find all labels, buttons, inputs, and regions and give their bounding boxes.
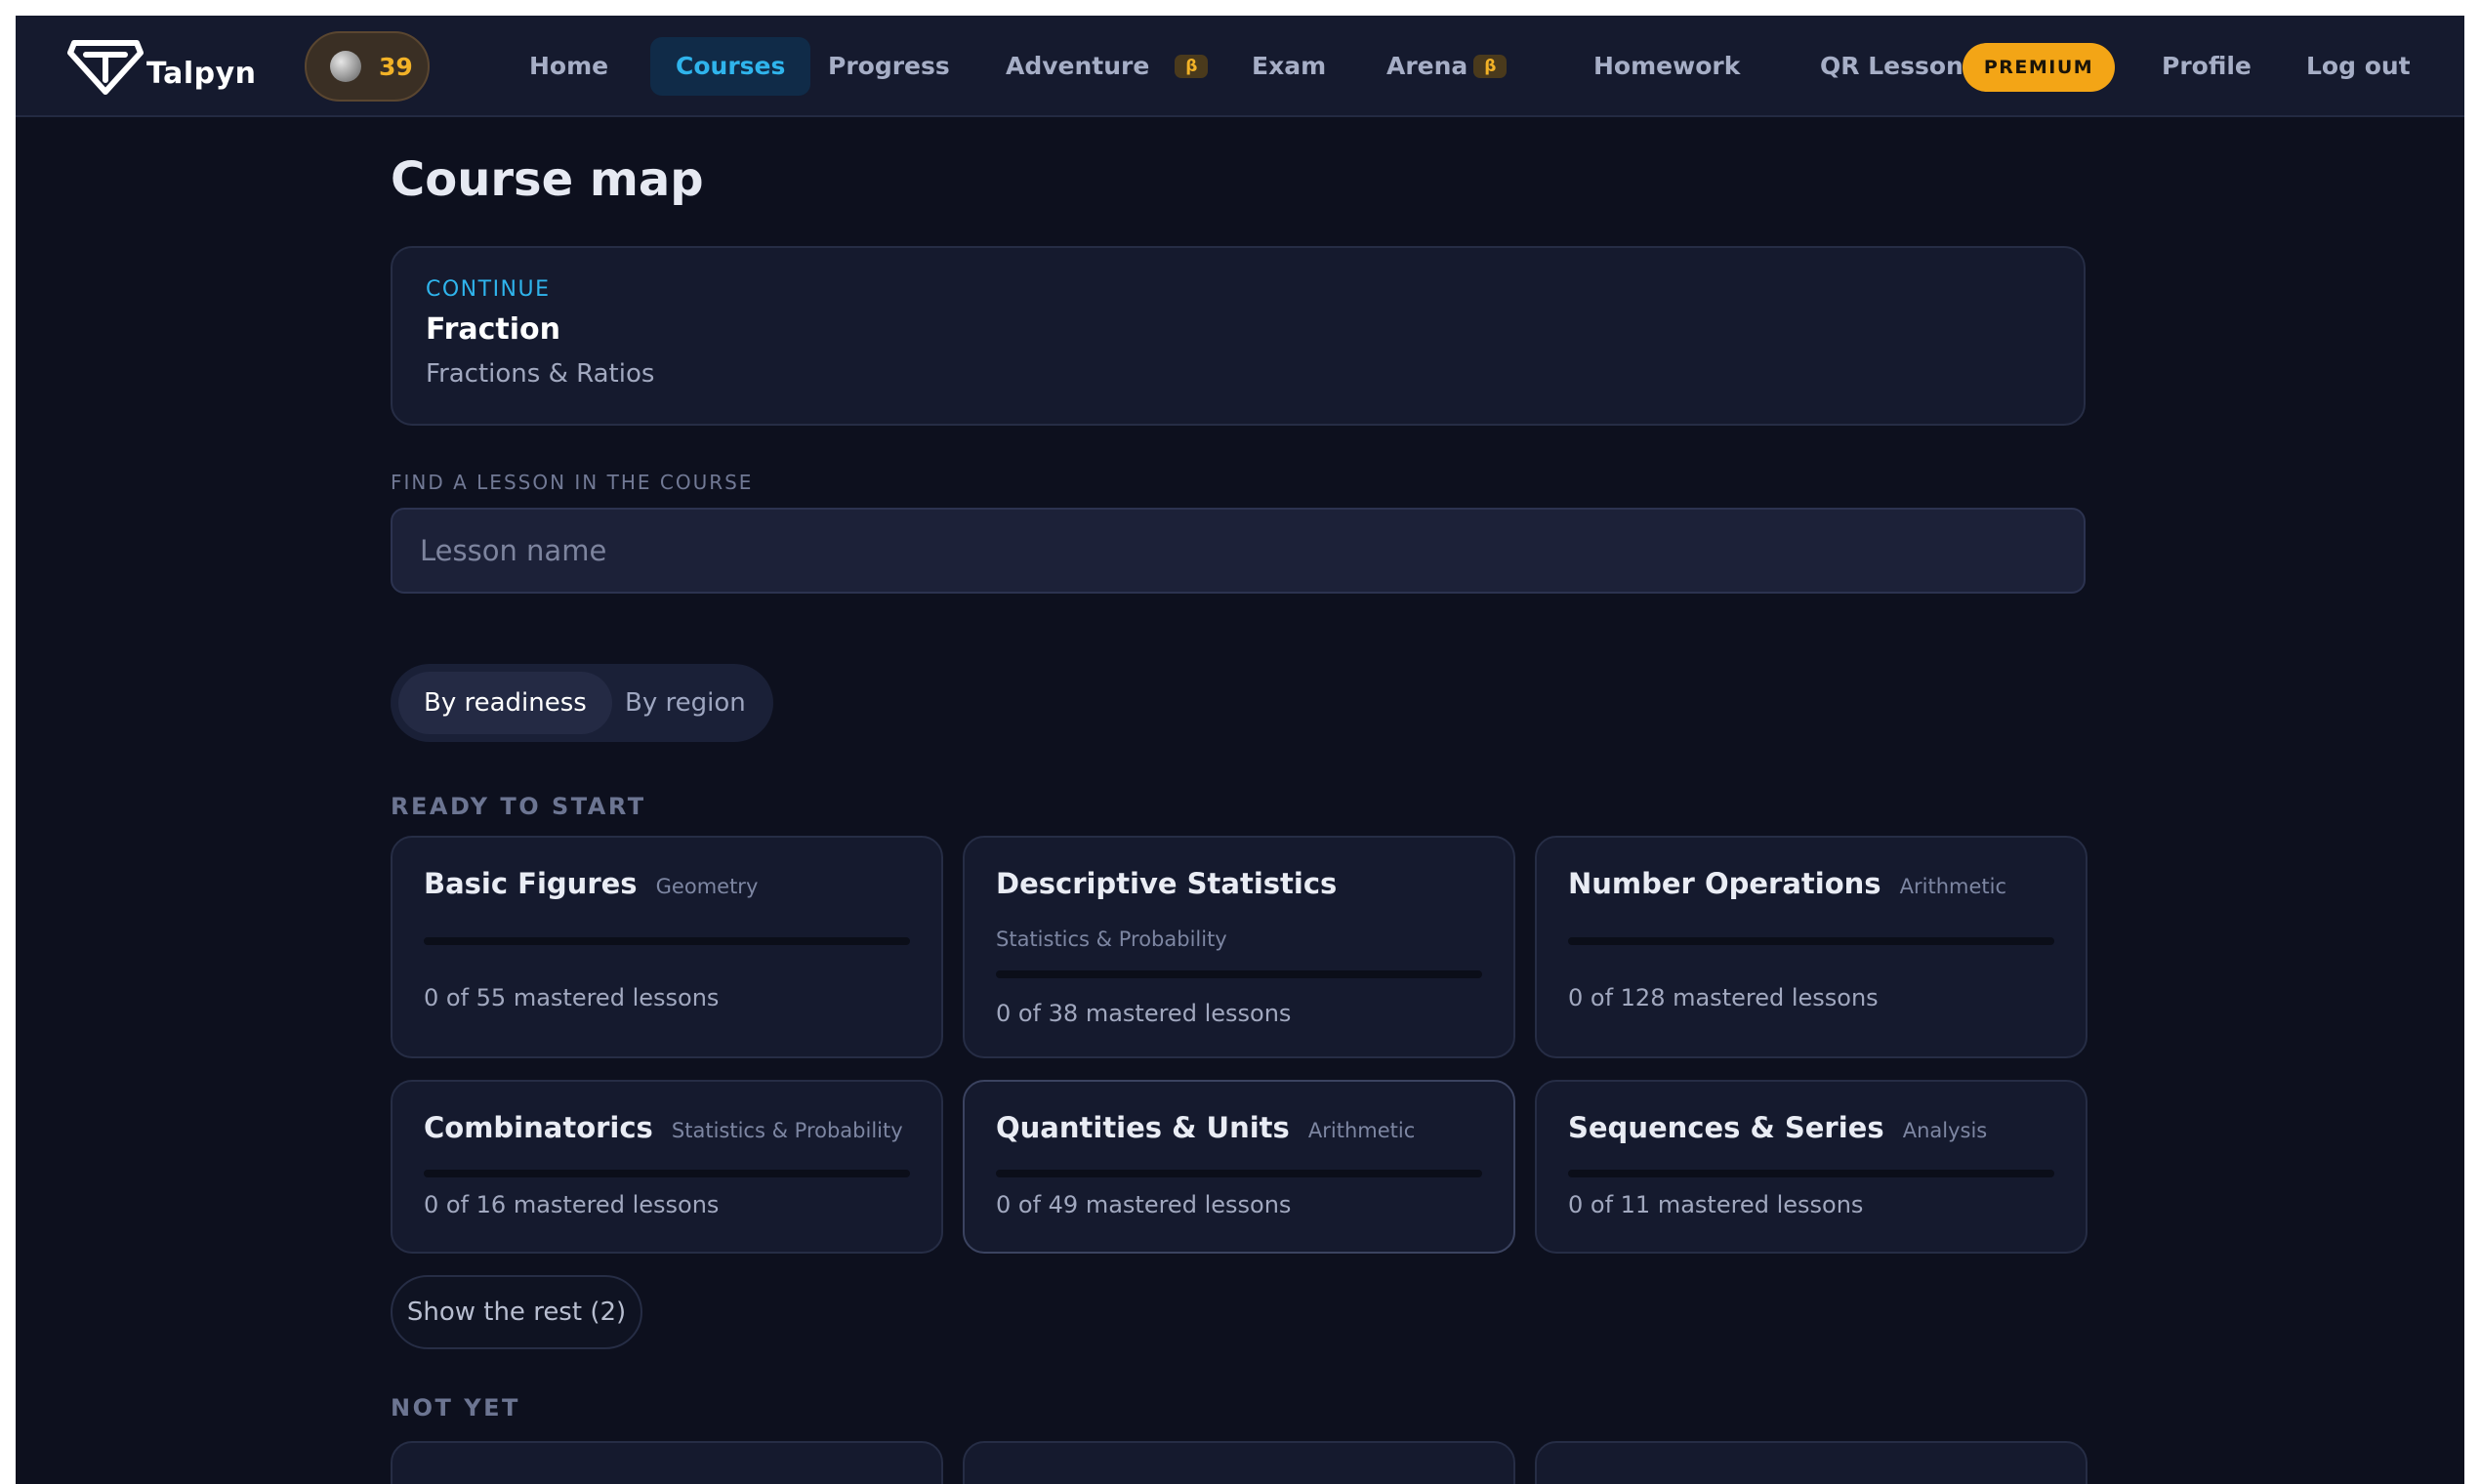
toggle-by-region[interactable]: By region [599, 672, 771, 734]
course-title: Quantities & Units [996, 1111, 1290, 1144]
lesson-search-input[interactable] [391, 508, 2086, 594]
nav-profile-label: Profile [2162, 52, 2252, 80]
page-title: Course map [391, 152, 704, 207]
progress-bar [424, 1170, 910, 1177]
course-title: Combinatorics [424, 1111, 653, 1144]
course-title: Number Operations [1568, 867, 1881, 900]
course-card[interactable]: Combinatorics Statistics & Probability 0… [391, 1080, 943, 1254]
mastered-count: 0 of 38 mastered lessons [996, 1000, 1292, 1027]
progress-bar [424, 937, 910, 945]
continue-card[interactable]: CONTINUE Fraction Fractions & Ratios [391, 246, 2086, 426]
brand-name: Talpyn [146, 56, 257, 91]
nav-exam-label: Exam [1252, 52, 1327, 80]
nav-arena-label: Arena [1386, 52, 1468, 80]
continue-course-name: Fractions & Ratios [426, 359, 655, 389]
progress-bar [1568, 937, 2054, 945]
course-title: Basic Figures [424, 867, 638, 900]
nav-progress[interactable]: Progress [828, 37, 950, 96]
nav-home-label: Home [529, 52, 609, 80]
mastered-count: 0 of 49 mastered lessons [996, 1191, 1292, 1218]
course-card[interactable] [963, 1441, 1515, 1484]
section-ready-label: READY TO START [391, 793, 646, 820]
nav-arena[interactable]: Arena β [1386, 37, 1508, 96]
beta-badge: β [1175, 55, 1209, 78]
course-card[interactable] [391, 1441, 943, 1484]
mastered-count: 0 of 11 mastered lessons [1568, 1191, 1864, 1218]
progress-bar [996, 970, 1482, 978]
toggle-by-readiness[interactable]: By readiness [398, 672, 612, 734]
nav-courses-label: Courses [676, 52, 786, 80]
premium-label: PREMIUM [1983, 57, 2094, 78]
nav-exam[interactable]: Exam [1252, 37, 1326, 96]
mastered-count: 0 of 16 mastered lessons [424, 1191, 720, 1218]
nav-adventure-label: Adventure [1006, 52, 1150, 80]
nav-homework-label: Homework [1593, 52, 1741, 80]
nav-profile[interactable]: Profile [2162, 37, 2252, 96]
nav-adventure[interactable]: Adventure β [1006, 37, 1209, 96]
course-region: Statistics & Probability [996, 928, 1227, 951]
course-title: Descriptive Statistics [996, 867, 1338, 900]
nav-qr-lesson[interactable]: QR Lesson [1820, 37, 1963, 96]
course-card[interactable]: Quantities & Units Arithmetic 0 of 49 ma… [963, 1080, 1515, 1254]
continue-label: CONTINUE [426, 277, 551, 302]
nav-progress-label: Progress [828, 52, 950, 80]
nav-logout-label: Log out [2306, 52, 2411, 80]
moon-coin-icon [330, 51, 361, 82]
course-region: Analysis [1902, 1119, 1988, 1142]
course-title: Sequences & Series [1568, 1111, 1884, 1144]
coin-count: 39 [379, 52, 413, 81]
course-card[interactable] [1535, 1441, 2087, 1484]
diamond-logo-icon [67, 40, 144, 95]
mastered-count: 0 of 55 mastered lessons [424, 984, 720, 1011]
nav-courses[interactable]: Courses [650, 37, 811, 96]
progress-bar [1568, 1170, 2054, 1177]
course-region: Arithmetic [1899, 875, 2007, 898]
beta-badge: β [1473, 55, 1508, 78]
course-region: Statistics & Probability [671, 1119, 903, 1142]
progress-bar [996, 1170, 1482, 1177]
coin-counter[interactable]: 39 [305, 31, 430, 102]
logo[interactable]: Talpyn [66, 37, 257, 96]
course-card[interactable]: Number Operations Arithmetic 0 of 128 ma… [1535, 836, 2087, 1058]
search-label: FIND A LESSON IN THE COURSE [391, 471, 754, 494]
premium-button[interactable]: PREMIUM [1963, 43, 2115, 92]
course-card[interactable]: Basic Figures Geometry 0 of 55 mastered … [391, 836, 943, 1058]
course-card[interactable]: Descriptive Statistics Statistics & Prob… [963, 836, 1515, 1058]
view-toggle: By readiness By region [391, 664, 773, 742]
course-region: Arithmetic [1307, 1119, 1416, 1142]
course-card[interactable]: Sequences & Series Analysis 0 of 11 mast… [1535, 1080, 2087, 1254]
mastered-count: 0 of 128 mastered lessons [1568, 984, 1879, 1011]
app-window: Talpyn 39 Home Courses Progress Adventur… [16, 16, 2464, 1484]
top-nav: Talpyn 39 Home Courses Progress Adventur… [16, 16, 2464, 117]
nav-homework[interactable]: Homework [1593, 37, 1740, 96]
section-not-yet-label: NOT YET [391, 1394, 520, 1422]
nav-qr-lesson-label: QR Lesson [1820, 52, 1963, 80]
course-region: Geometry [655, 875, 759, 898]
nav-home[interactable]: Home [529, 37, 608, 96]
show-rest-label: Show the rest (2) [406, 1298, 627, 1327]
show-rest-button[interactable]: Show the rest (2) [391, 1275, 642, 1349]
continue-lesson-title: Fraction [426, 312, 560, 347]
nav-logout[interactable]: Log out [2306, 37, 2411, 96]
